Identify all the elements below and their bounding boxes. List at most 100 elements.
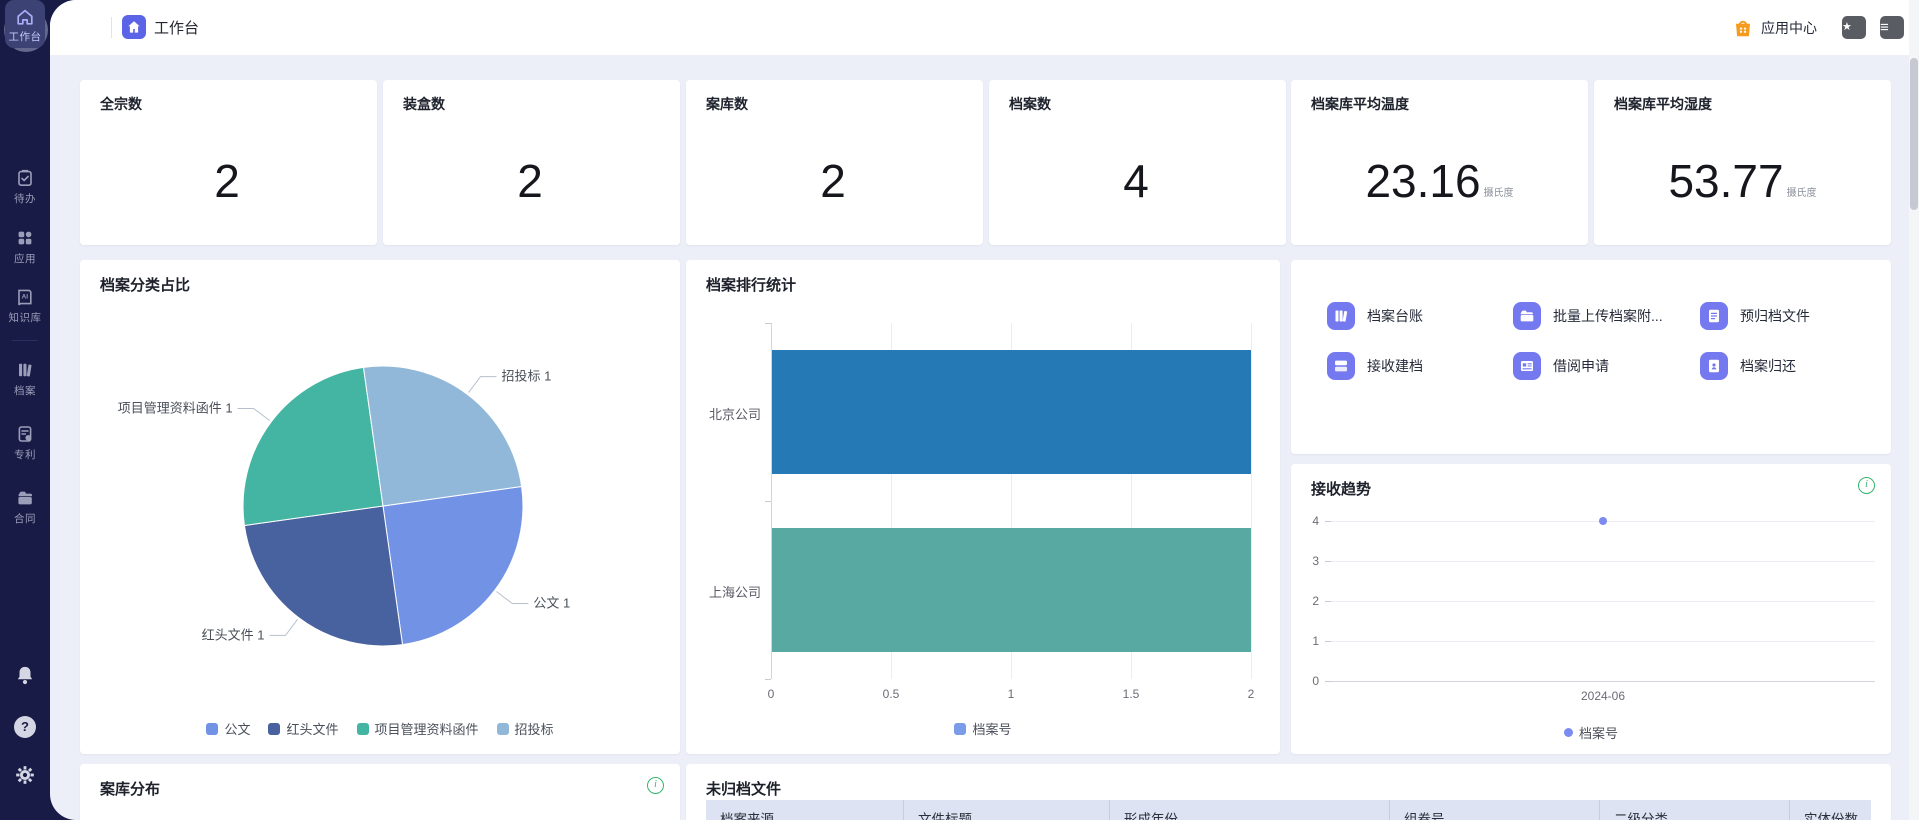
legend-swatch <box>497 723 509 735</box>
y-axis-tick <box>1325 641 1331 642</box>
question-mark-glyph <box>14 716 36 738</box>
sidebar-item-label: 知识库 <box>0 310 50 325</box>
receive-list-icon <box>1327 352 1355 380</box>
pie-label-leader <box>270 619 298 635</box>
apps-grid-icon <box>0 228 50 248</box>
sidebar-item-label: 档案 <box>0 383 50 398</box>
legend-item[interactable]: 档案号 <box>954 719 1011 738</box>
pie-slice-label: 红头文件 1 <box>202 627 265 642</box>
pie-slice[interactable] <box>243 367 383 525</box>
patent-document-icon <box>0 424 50 444</box>
sidebar-item-label: 待办 <box>0 191 50 206</box>
ledger-icon <box>1327 302 1355 330</box>
quick-action-borrow-request[interactable]: 借阅申请 <box>1513 352 1609 380</box>
pie-slice[interactable] <box>383 487 523 645</box>
notifications-bell-icon[interactable] <box>14 664 36 686</box>
y-axis-category-label: 上海公司 <box>686 582 761 601</box>
quick-action-label: 批量上传档案附... <box>1553 306 1663 326</box>
legend-item[interactable]: 公文 <box>206 719 250 738</box>
quick-actions-panel: 档案台账 批量上传档案附... 预归档文件 接收建档 借阅申请 档案归还 <box>1291 260 1891 454</box>
sidebar-item-todo[interactable]: 待办 <box>0 168 50 206</box>
pie-legend: 公文红头文件 项目管理资料函件 招投标 <box>80 719 680 738</box>
y-axis-tick <box>765 679 771 680</box>
app-center-button[interactable]: 应用中心 <box>1732 0 1817 55</box>
pie-slice[interactable] <box>244 506 402 646</box>
stat-card-title: 全宗数 <box>100 94 142 114</box>
favorites-folder-icon[interactable] <box>1842 16 1866 39</box>
panel-title: 未归档文件 <box>706 778 781 799</box>
scrollbar-thumb[interactable] <box>1910 58 1918 210</box>
bar[interactable] <box>772 350 1251 474</box>
stat-card-value: 2 <box>214 158 240 204</box>
receive-trend-chart: 012342024-06 <box>1291 464 1891 754</box>
pie-slice-label: 项目管理资料函件 1 <box>118 401 233 416</box>
stat-card-avg-temperature: 档案库平均温度 23.16摄氏度 <box>1291 80 1588 245</box>
sidebar-item-apps[interactable]: 应用 <box>0 228 50 266</box>
pie-slice-label: 招投标 1 <box>502 369 552 384</box>
top-bar: 工作台 应用中心 <box>50 0 1919 55</box>
page-scrollbar <box>1909 0 1919 820</box>
sidebar: 工作台 待办 应用 AI 知识库 档案 <box>0 0 50 820</box>
borrow-card-icon <box>1513 352 1541 380</box>
quick-action-receive-filing[interactable]: 接收建档 <box>1327 352 1423 380</box>
legend-item[interactable]: 招投标 <box>497 719 554 738</box>
archive-ranking-chart: 00.511.52北京公司上海公司 <box>686 260 1280 754</box>
x-axis-tick-label: 0 <box>756 687 786 701</box>
pie-label-leader <box>238 409 270 421</box>
sidebar-item-archives[interactable]: 档案 <box>0 360 50 398</box>
quick-action-batch-upload-attachments[interactable]: 批量上传档案附... <box>1513 302 1663 330</box>
home-icon[interactable] <box>122 15 146 39</box>
gridline <box>1331 641 1875 642</box>
quick-action-archive-ledger[interactable]: 档案台账 <box>1327 302 1423 330</box>
quick-action-pre-archive-files[interactable]: 预归档文件 <box>1700 302 1810 330</box>
help-icon[interactable] <box>14 716 36 738</box>
info-icon[interactable] <box>647 777 664 794</box>
quick-action-label: 档案归还 <box>1740 356 1796 376</box>
sidebar-item-workbench[interactable]: 工作台 <box>5 0 45 48</box>
legend-label: 项目管理资料函件 <box>375 719 479 738</box>
table-column-header: 组卷号 <box>1390 800 1600 820</box>
y-axis-tick-label: 1 <box>1291 634 1319 648</box>
collection-list-icon[interactable] <box>1880 16 1904 39</box>
data-point[interactable] <box>1599 517 1607 525</box>
return-document-icon <box>1700 352 1728 380</box>
topbar-divider <box>111 17 112 38</box>
stat-card-total-fonds: 全宗数 2 <box>80 80 377 245</box>
stat-card-title: 档案库平均温度 <box>1311 94 1409 114</box>
quick-action-label: 接收建档 <box>1367 356 1423 376</box>
y-axis-tick <box>1325 521 1331 522</box>
sidebar-item-contracts[interactable]: 合同 <box>0 488 50 526</box>
legend-swatch <box>206 723 218 735</box>
legend-swatch <box>954 723 966 735</box>
stat-card-unit: 摄氏度 <box>1484 184 1514 204</box>
settings-gear-icon[interactable] <box>14 764 36 786</box>
stat-card-value: 4 <box>1123 158 1149 204</box>
pie-label-leader <box>469 377 497 393</box>
upload-folder-icon <box>1513 302 1541 330</box>
legend-swatch <box>268 723 280 735</box>
y-axis-tick <box>1325 561 1331 562</box>
pie-slice[interactable] <box>364 366 522 506</box>
quick-action-label: 预归档文件 <box>1740 306 1810 326</box>
books-icon <box>0 360 50 380</box>
app-launcher-grid-icon[interactable] <box>80 19 98 37</box>
home-icon <box>5 7 45 27</box>
stat-card-value: 2 <box>517 158 543 204</box>
stat-card-avg-humidity: 档案库平均湿度 53.77摄氏度 <box>1594 80 1891 245</box>
y-axis-tick <box>765 501 771 502</box>
legend-label: 公文 <box>224 719 250 738</box>
bar[interactable] <box>772 528 1251 652</box>
legend-label: 招投标 <box>515 719 554 738</box>
x-axis-tick-label: 1.5 <box>1116 687 1146 701</box>
stat-card-title: 档案数 <box>1009 94 1051 114</box>
y-axis-category-label: 北京公司 <box>686 404 761 423</box>
gridline <box>1331 601 1875 602</box>
quick-action-archive-return[interactable]: 档案归还 <box>1700 352 1796 380</box>
legend-item[interactable]: 红头文件 <box>268 719 338 738</box>
legend-item[interactable]: 档案号 <box>1564 723 1618 742</box>
legend-item[interactable]: 项目管理资料函件 <box>357 719 479 738</box>
sidebar-item-patents[interactable]: 专利 <box>0 424 50 462</box>
sidebar-item-knowledge-base[interactable]: AI 知识库 <box>0 287 50 325</box>
stat-card-value: 53.77 <box>1668 158 1783 204</box>
unarchived-files-panel: 未归档文件 档案来源文件标题形成年份组卷号二级分类实体份数 <box>686 764 1891 820</box>
